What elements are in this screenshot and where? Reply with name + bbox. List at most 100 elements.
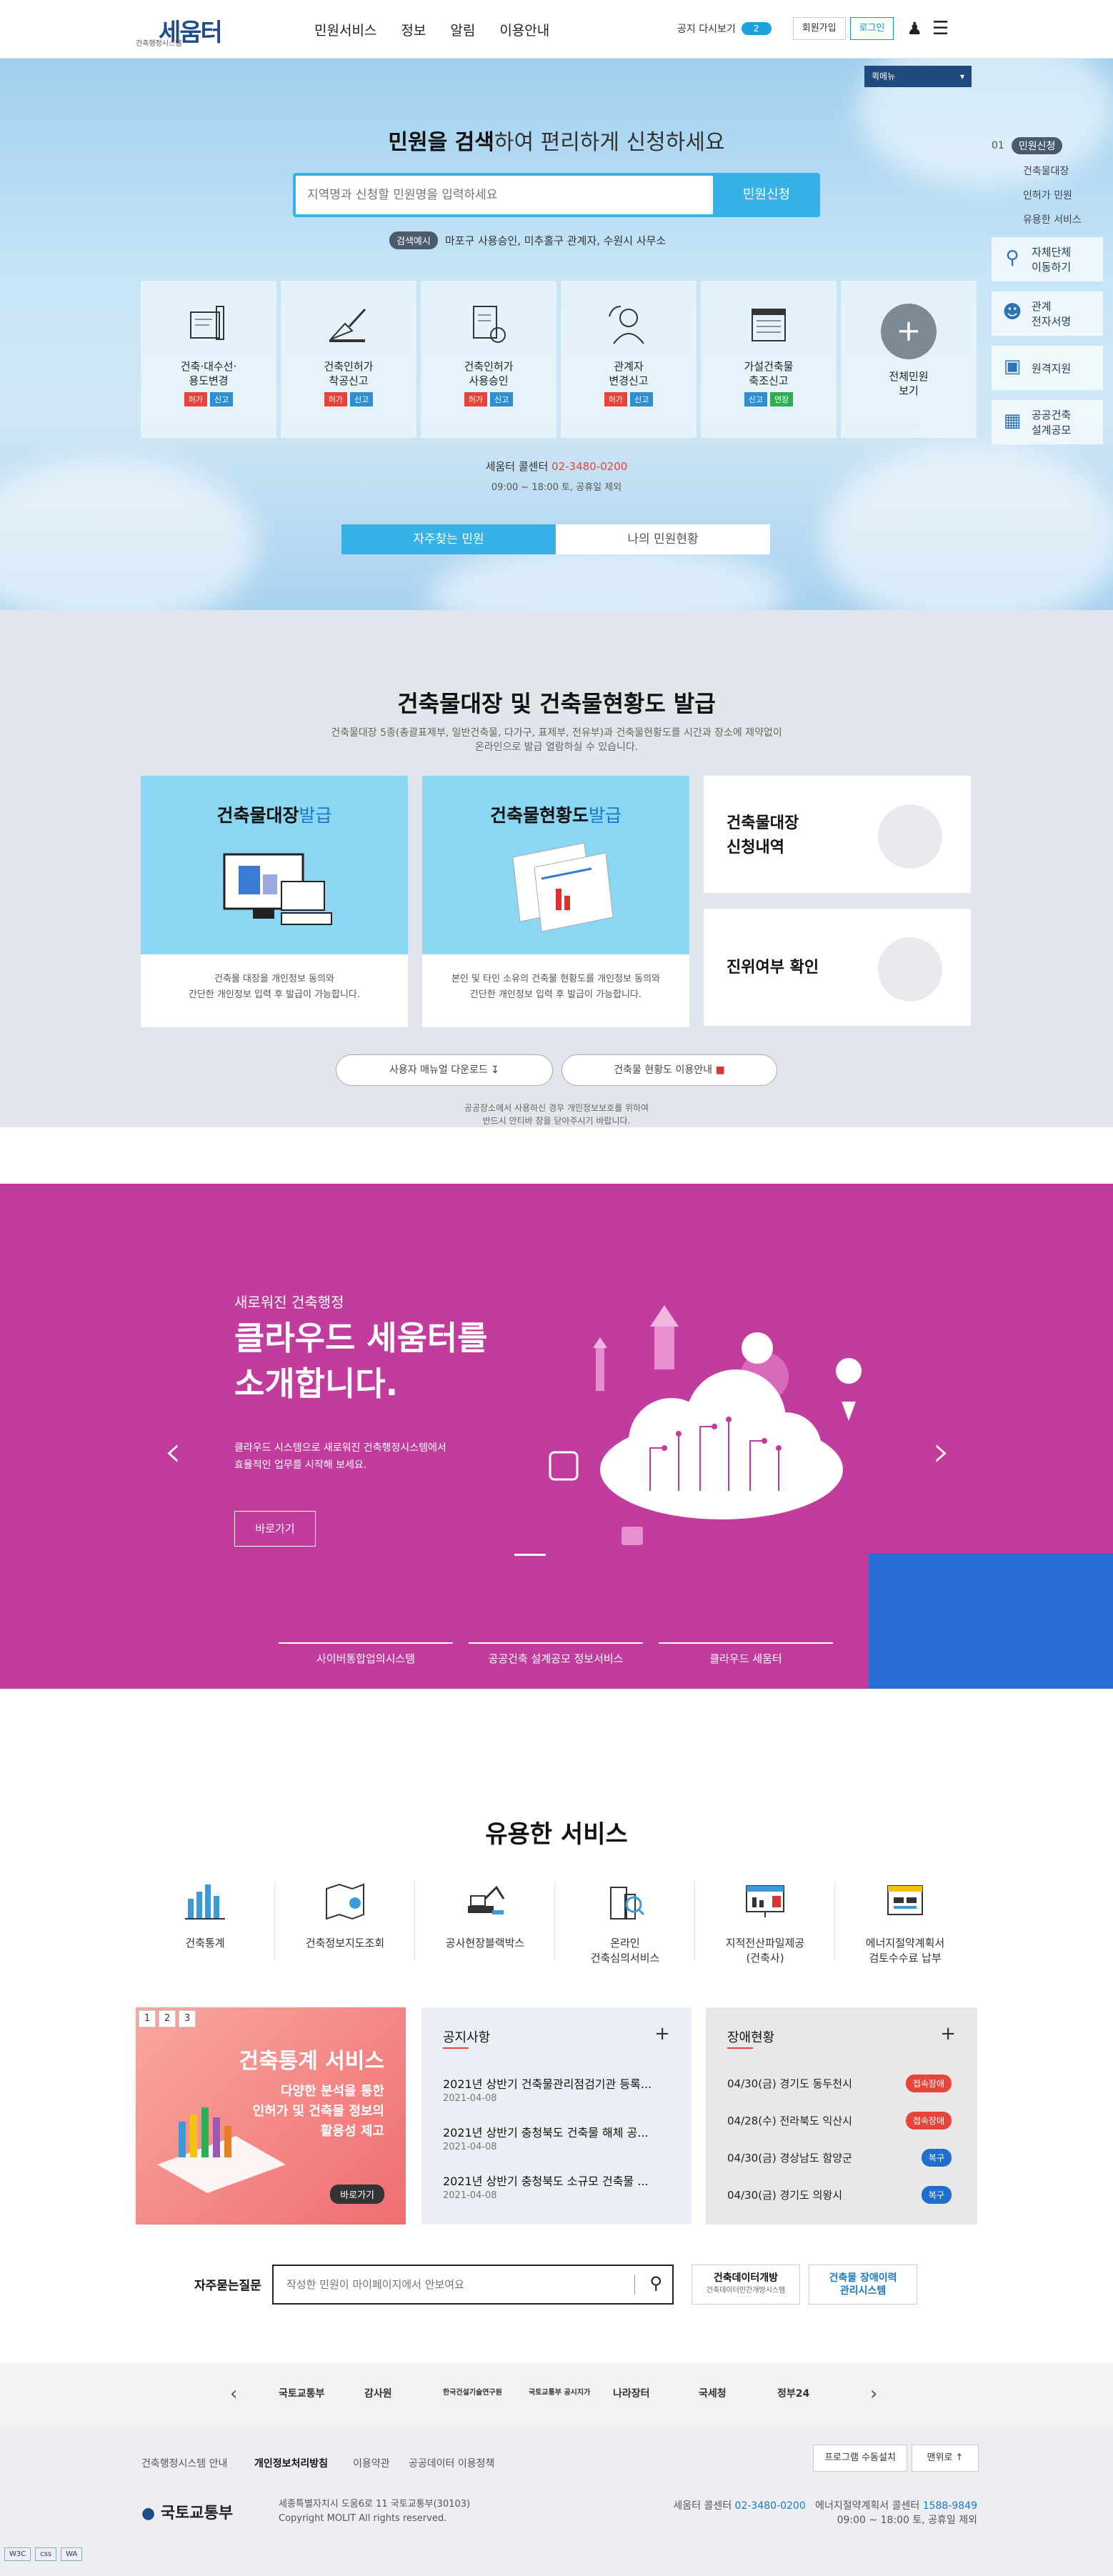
footer-link-privacy[interactable]: 개인정보처리방침 [254, 2456, 328, 2470]
notice-again-toggle[interactable]: 2 [741, 22, 772, 35]
family-logo[interactable]: 한국건설기술연구원 [443, 2386, 507, 2397]
promo-tab-design-contest[interactable]: 공공건축 설계공모 정보서비스 [469, 1642, 643, 1666]
tab-faq-civil[interactable]: 자주찾는 민원 [341, 524, 556, 554]
status-map-guide-button[interactable]: 건축물 현황도 이용안내 ■ [562, 1054, 777, 1086]
service-cadastral-file[interactable]: 지적전산파일제공 (건축사) [710, 1877, 820, 1966]
family-logo[interactable]: 국토교통부 공시지가 [529, 2386, 593, 2397]
monitor-icon: ▣ [1003, 356, 1022, 377]
family-logo[interactable]: 정부24 [777, 2386, 809, 2400]
hamburger-menu-icon[interactable]: ☰ [932, 18, 949, 39]
tag-extend[interactable]: 연장 [770, 392, 794, 406]
join-button[interactable]: 회원가입 [792, 17, 846, 40]
logo[interactable]: 세움터 건축행정시스템 [136, 13, 236, 48]
civil-search-input[interactable] [296, 176, 710, 214]
family-logo[interactable]: 감사원 [364, 2386, 392, 2400]
service-info-map[interactable]: 건축정보지도조회 [290, 1877, 400, 1951]
side-link-useful[interactable]: 유용한 서비스 [1023, 213, 1103, 227]
card-registry-issue[interactable]: 건축물대장발급 건축물 대장을 개인정보 동의와 간단한 개인정보 입력 후 발급… [141, 776, 408, 1027]
card-temporary-building[interactable]: 가설건축물 축조신고 신고 연장 [701, 281, 837, 438]
fault-item[interactable]: 04/28(수) 전라북도 익산시 [727, 2113, 852, 2128]
card-authenticity-check[interactable]: 진위여부 확인 [704, 909, 971, 1026]
family-logo[interactable]: 나라장터 [613, 2386, 650, 2400]
banner-page-1[interactable]: 1 [139, 2010, 156, 2027]
fault-more-button[interactable]: + [940, 2023, 956, 2045]
side-box-design-contest[interactable]: ▦ 공공건축 설계공모 [992, 400, 1103, 444]
tag-report[interactable]: 신고 [490, 392, 514, 406]
service-blackbox[interactable]: 공사현장블랙박스 [430, 1877, 540, 1951]
scroll-top-button[interactable]: 맨위로 ↑ [912, 2445, 979, 2472]
footer-link-open-data[interactable]: 공공데이터 이용정책 [409, 2456, 494, 2470]
manual-download-button[interactable]: 사용자 매뉴얼 다운로드 ↧ [336, 1054, 553, 1086]
nav-item-guide[interactable]: 이용안내 [499, 20, 549, 39]
promo-go-button[interactable]: 바로가기 [234, 1511, 316, 1547]
faq-search-input[interactable] [274, 2266, 624, 2303]
banner-page-2[interactable]: 2 [159, 2010, 176, 2027]
wa-badge[interactable]: WA [61, 2547, 83, 2561]
tag-permit[interactable]: 허가 [604, 392, 627, 406]
promo-tab-cyber[interactable]: 사이버통합업의시스템 [279, 1642, 453, 1666]
side-link-registry[interactable]: 건축물대장 [1023, 164, 1103, 179]
molit-logo[interactable]: ● 국토교통부 [141, 2500, 233, 2523]
notice-item[interactable]: 2021년 상반기 건축물관리점검기관 등록... [443, 2075, 672, 2092]
side-step-active[interactable]: 민원신청 [1011, 137, 1063, 154]
card-construction-start[interactable]: 건축인허가 착공신고 허가 신고 [281, 281, 416, 438]
login-button[interactable]: 로그인 [849, 17, 894, 40]
download-icon: ↧ [491, 1064, 499, 1076]
promo-next-arrow[interactable]: › [933, 1427, 950, 1477]
side-box-e-sign[interactable]: ☻ 관계 전자서명 [992, 291, 1103, 336]
nav-item-info[interactable]: 정보 [401, 20, 426, 39]
notice-item[interactable]: 2021년 상반기 충청북도 건축물 해체 공... [443, 2123, 672, 2140]
family-next-arrow[interactable]: › [870, 2383, 877, 2405]
family-prev-arrow[interactable]: ‹ [230, 2383, 237, 2405]
service-stats[interactable]: 건축통계 [150, 1877, 260, 1951]
footer-link-terms[interactable]: 이용약관 [353, 2456, 390, 2470]
tag-report[interactable]: 신고 [350, 392, 374, 406]
tag-report[interactable]: 신고 [744, 392, 767, 406]
fault-item[interactable]: 04/30(금) 경상남도 함양군 [727, 2150, 852, 2165]
computer-icon [223, 853, 332, 925]
fault-item[interactable]: 04/30(금) 경기도 의왕시 [727, 2187, 842, 2202]
cloud-illustration [549, 1305, 862, 1545]
promo-prev-arrow[interactable]: ‹ [164, 1427, 181, 1477]
tab-my-civil[interactable]: 나의 민원현황 [556, 524, 770, 554]
side-link-permit[interactable]: 인허가 민원 [1023, 189, 1103, 203]
family-logo[interactable]: 국세청 [699, 2386, 727, 2400]
quick-menu-select[interactable]: 퀵메뉴 ▾ [864, 66, 972, 87]
css-badge[interactable]: css [35, 2547, 57, 2561]
card-all-civil[interactable]: + 전체민원 보기 [841, 281, 977, 438]
card-person-change[interactable]: 관계자 변경신고 허가 신고 [561, 281, 697, 438]
footer-link-guide[interactable]: 건축행정시스템 안내 [141, 2456, 227, 2470]
status-badge: 복구 [921, 2186, 952, 2204]
notice-more-button[interactable]: + [654, 2023, 670, 2045]
family-logo[interactable]: 국토교통부 [279, 2386, 324, 2400]
stats-banner[interactable]: 1 2 3 건축통계 서비스 다양한 분석을 통한 인허가 및 건축물 정보의 활용… [136, 2007, 406, 2225]
tag-report[interactable]: 신고 [630, 392, 654, 406]
tag-permit[interactable]: 허가 [324, 392, 347, 406]
side-box-local-gov[interactable]: ⚲ 자체단체 이동하기 [992, 237, 1103, 281]
call-center: 세움터 콜센터 02-3480-0200 09:00 ~ 18:00 토, 공휴… [485, 460, 628, 493]
service-energy-fee[interactable]: 에너지절약계획서 검토수수료 납부 [850, 1877, 960, 1966]
card-use-approval[interactable]: 건축인허가 사용승인 허가 신고 [421, 281, 556, 438]
promo-tab-cloud[interactable]: 클라우드 세움터 [659, 1642, 833, 1666]
my-page-icon[interactable]: ♟ [907, 19, 922, 39]
tag-report[interactable]: 신고 [210, 392, 234, 406]
nav-item-notice[interactable]: 알림 [450, 20, 475, 39]
search-icon[interactable]: ⚲ [649, 2273, 662, 2293]
nav-item-civil[interactable]: 민원서비스 [314, 20, 376, 39]
w3c-badge[interactable]: W3C [4, 2547, 31, 2561]
tag-permit[interactable]: 허가 [464, 392, 487, 406]
tag-permit[interactable]: 허가 [184, 392, 207, 406]
fault-item[interactable]: 04/30(금) 경기도 동두천시 [727, 2076, 852, 2091]
program-install-button[interactable]: 프로그램 수동설치 [813, 2445, 907, 2472]
card-status-map-issue[interactable]: 건축물현황도발급 본인 및 타인 소유의 건축물 현황도를 개인정보 동의와 간단… [422, 776, 689, 1027]
side-box-remote[interactable]: ▣ 원격지원 [992, 346, 1103, 390]
card-building-change[interactable]: 건축·대수선· 용도변경 허가 신고 [141, 281, 276, 438]
service-online-review[interactable]: 온라인 건축심의서비스 [570, 1877, 680, 1966]
civil-apply-button[interactable]: 민원신청 [713, 173, 820, 217]
notice-item[interactable]: 2021년 상반기 충청북도 소규모 건축물 ... [443, 2172, 672, 2189]
banner-go-button[interactable]: 바로가기 [330, 2185, 384, 2204]
fault-history-link[interactable]: 건축물 장애이력 관리시스템 [809, 2265, 917, 2305]
banner-page-3[interactable]: 3 [179, 2010, 196, 2027]
open-data-link[interactable]: 건축데이터개방 건축데이터민간개방시스템 [692, 2265, 800, 2305]
card-application-history[interactable]: 건축물대장 신청내역 [704, 776, 971, 893]
